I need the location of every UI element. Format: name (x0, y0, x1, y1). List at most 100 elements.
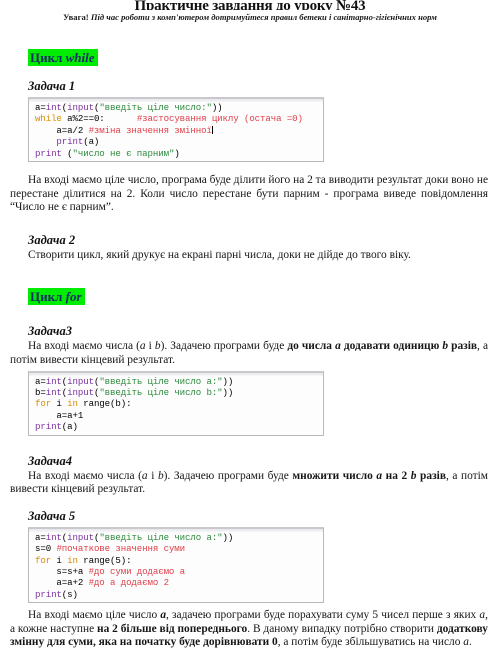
task-1-description: На вході маємо ціле число, програма буде… (10, 174, 488, 214)
code-token: )) (222, 531, 234, 543)
code-token: i (51, 398, 68, 410)
code-token: input (67, 102, 94, 113)
code-token: a=a+1 (35, 409, 84, 421)
code-token: #до суми додаємо a (88, 566, 186, 578)
code-token: "введіть ціле число a:" (99, 531, 223, 543)
code-line: a=a+1 (29, 410, 323, 421)
safety-notice-text: Під час роботи з комп'ютером дотримуйтес… (90, 12, 437, 22)
task-2-heading: Задача 2 (28, 232, 76, 247)
code-token: input (67, 375, 94, 387)
safety-notice-lead: Увага! (63, 12, 89, 22)
code-token: input (67, 531, 94, 543)
code-line: for i in range(b): (29, 398, 323, 409)
code-token: print (35, 147, 62, 159)
code-token: b= (35, 387, 46, 398)
code-token: print (35, 588, 62, 600)
code-line: a=a+2 #до a додаємо 2 (29, 577, 323, 588)
code-token: while (35, 113, 62, 125)
section-heading-while-label: Цикл (30, 50, 66, 65)
code-token: #початкове значення суми (56, 543, 186, 555)
task-3-description: На вході маємо числа (a і b). Задачею пр… (0, 340, 500, 367)
code-token: a= (35, 531, 46, 543)
code-token: for (35, 398, 52, 410)
code-token: "число не є парним" (72, 147, 175, 159)
code-line: s=s+a #до суми додаємо a (29, 566, 323, 577)
text-fragment: , а потім буде збільшуватись на число (277, 636, 464, 649)
code-line: print(a) (29, 136, 323, 147)
section-heading-for: Цикл for (28, 288, 85, 306)
page-title: Практичне завдання до уроку №43 (134, 0, 366, 10)
section-heading-for-label: Цикл (30, 289, 66, 305)
section-heading-while-badge: Цикл while (28, 49, 98, 66)
code-token: "введіть ціле число:" (99, 102, 212, 113)
code-block-task-1[interactable]: a=int(input("введіть ціле число:")) whil… (28, 97, 324, 163)
task-5-description: На вході маємо ціле число a, задачею про… (0, 609, 500, 650)
text-fragment: ). Задачею програми буде (160, 340, 288, 353)
code-token: print (35, 421, 62, 433)
code-line: print(s) (29, 589, 323, 600)
text-fragment: і (145, 340, 155, 353)
section-heading-for-keyword: for (65, 289, 82, 305)
text-fragment: . В даному випадку потрібно створити (247, 622, 437, 635)
text-fragment: до числа (287, 340, 336, 353)
code-token: in (67, 398, 78, 410)
text-fragment: на 2 (382, 469, 411, 482)
code-block-task-5[interactable]: a=int(input("введіть ціле число a:")) s=… (28, 526, 324, 604)
code-token: int (45, 375, 62, 387)
code-line: s=0 #початкове значення суми (29, 543, 323, 554)
task-2-description: Створити цикл, який друкує на екрані пар… (28, 248, 411, 261)
text-fragment: , задачею програми буде порахувати суму … (166, 609, 480, 622)
text-fragment: На вході маємо числа ( (28, 340, 140, 353)
code-token: (a) (61, 421, 78, 433)
code-line: a=int(input("введіть ціле число:")) (29, 102, 323, 113)
text-fragment: разів (416, 469, 446, 482)
code-line: a=int(input("введіть ціле число a:")) (29, 376, 323, 387)
section-heading-while-keyword: while (65, 50, 95, 65)
text-cursor (211, 125, 213, 134)
code-token: ( (61, 147, 73, 159)
task-1-heading: Задача 1 (28, 79, 76, 93)
code-token: )) (211, 102, 223, 113)
code-line: a=int(input("введіть ціле число a:")) (29, 532, 323, 543)
code-token: int (45, 102, 62, 113)
code-token: a=a/2 (35, 124, 89, 136)
code-token: a= (35, 102, 46, 113)
task-4-heading: Задача4 (28, 453, 72, 468)
code-token: a=a+2 (35, 577, 89, 589)
code-line: a=a/2 #зміна значення змінної (29, 125, 323, 136)
code-token: a= (35, 375, 46, 387)
code-token: a%2==0: (61, 113, 105, 125)
code-token: s=s+a (35, 566, 89, 578)
code-token: for (35, 554, 52, 566)
code-block-task-3[interactable]: a=int(input("введіть ціле число a:")) b=… (28, 370, 324, 436)
code-token: print (35, 136, 84, 148)
text-fragment: множити число (292, 469, 377, 482)
code-token: i (51, 554, 68, 566)
document-page: Практичне завдання до уроку №43 Увага! П… (0, 0, 500, 658)
code-line: print ("число не є парним") (29, 148, 323, 159)
code-token: #зміна значення змінної (88, 124, 212, 136)
text-fragment: . (468, 636, 472, 649)
code-token: input (67, 387, 94, 398)
code-token: int (45, 531, 62, 543)
code-token: s=0 (35, 543, 57, 555)
code-line: print(a) (29, 421, 323, 432)
code-token: range(b): (77, 398, 132, 410)
code-line: while a%2==0: #застосування циклу (остач… (29, 113, 323, 124)
code-token: "введіть ціле число a:" (99, 375, 223, 387)
code-token: #до a додаємо 2 (88, 577, 169, 589)
text-fragment: разів (448, 340, 478, 353)
code-token: int (45, 387, 62, 398)
text-fragment: На вході маємо числа ( (28, 469, 142, 482)
code-token: )) (222, 375, 234, 387)
code-token: ) (174, 147, 180, 159)
code-token: in (67, 554, 78, 566)
section-heading-for-badge: Цикл for (28, 288, 85, 306)
safety-notice: Увага! Під час роботи з комп'ютером дотр… (0, 12, 500, 23)
text-fragment: додавати одиницю (340, 340, 443, 353)
section-heading-while: Цикл while (28, 49, 98, 67)
task-3-heading: Задача3 (28, 324, 72, 339)
code-token: )) (222, 387, 234, 398)
code-token: (s) (61, 588, 78, 600)
